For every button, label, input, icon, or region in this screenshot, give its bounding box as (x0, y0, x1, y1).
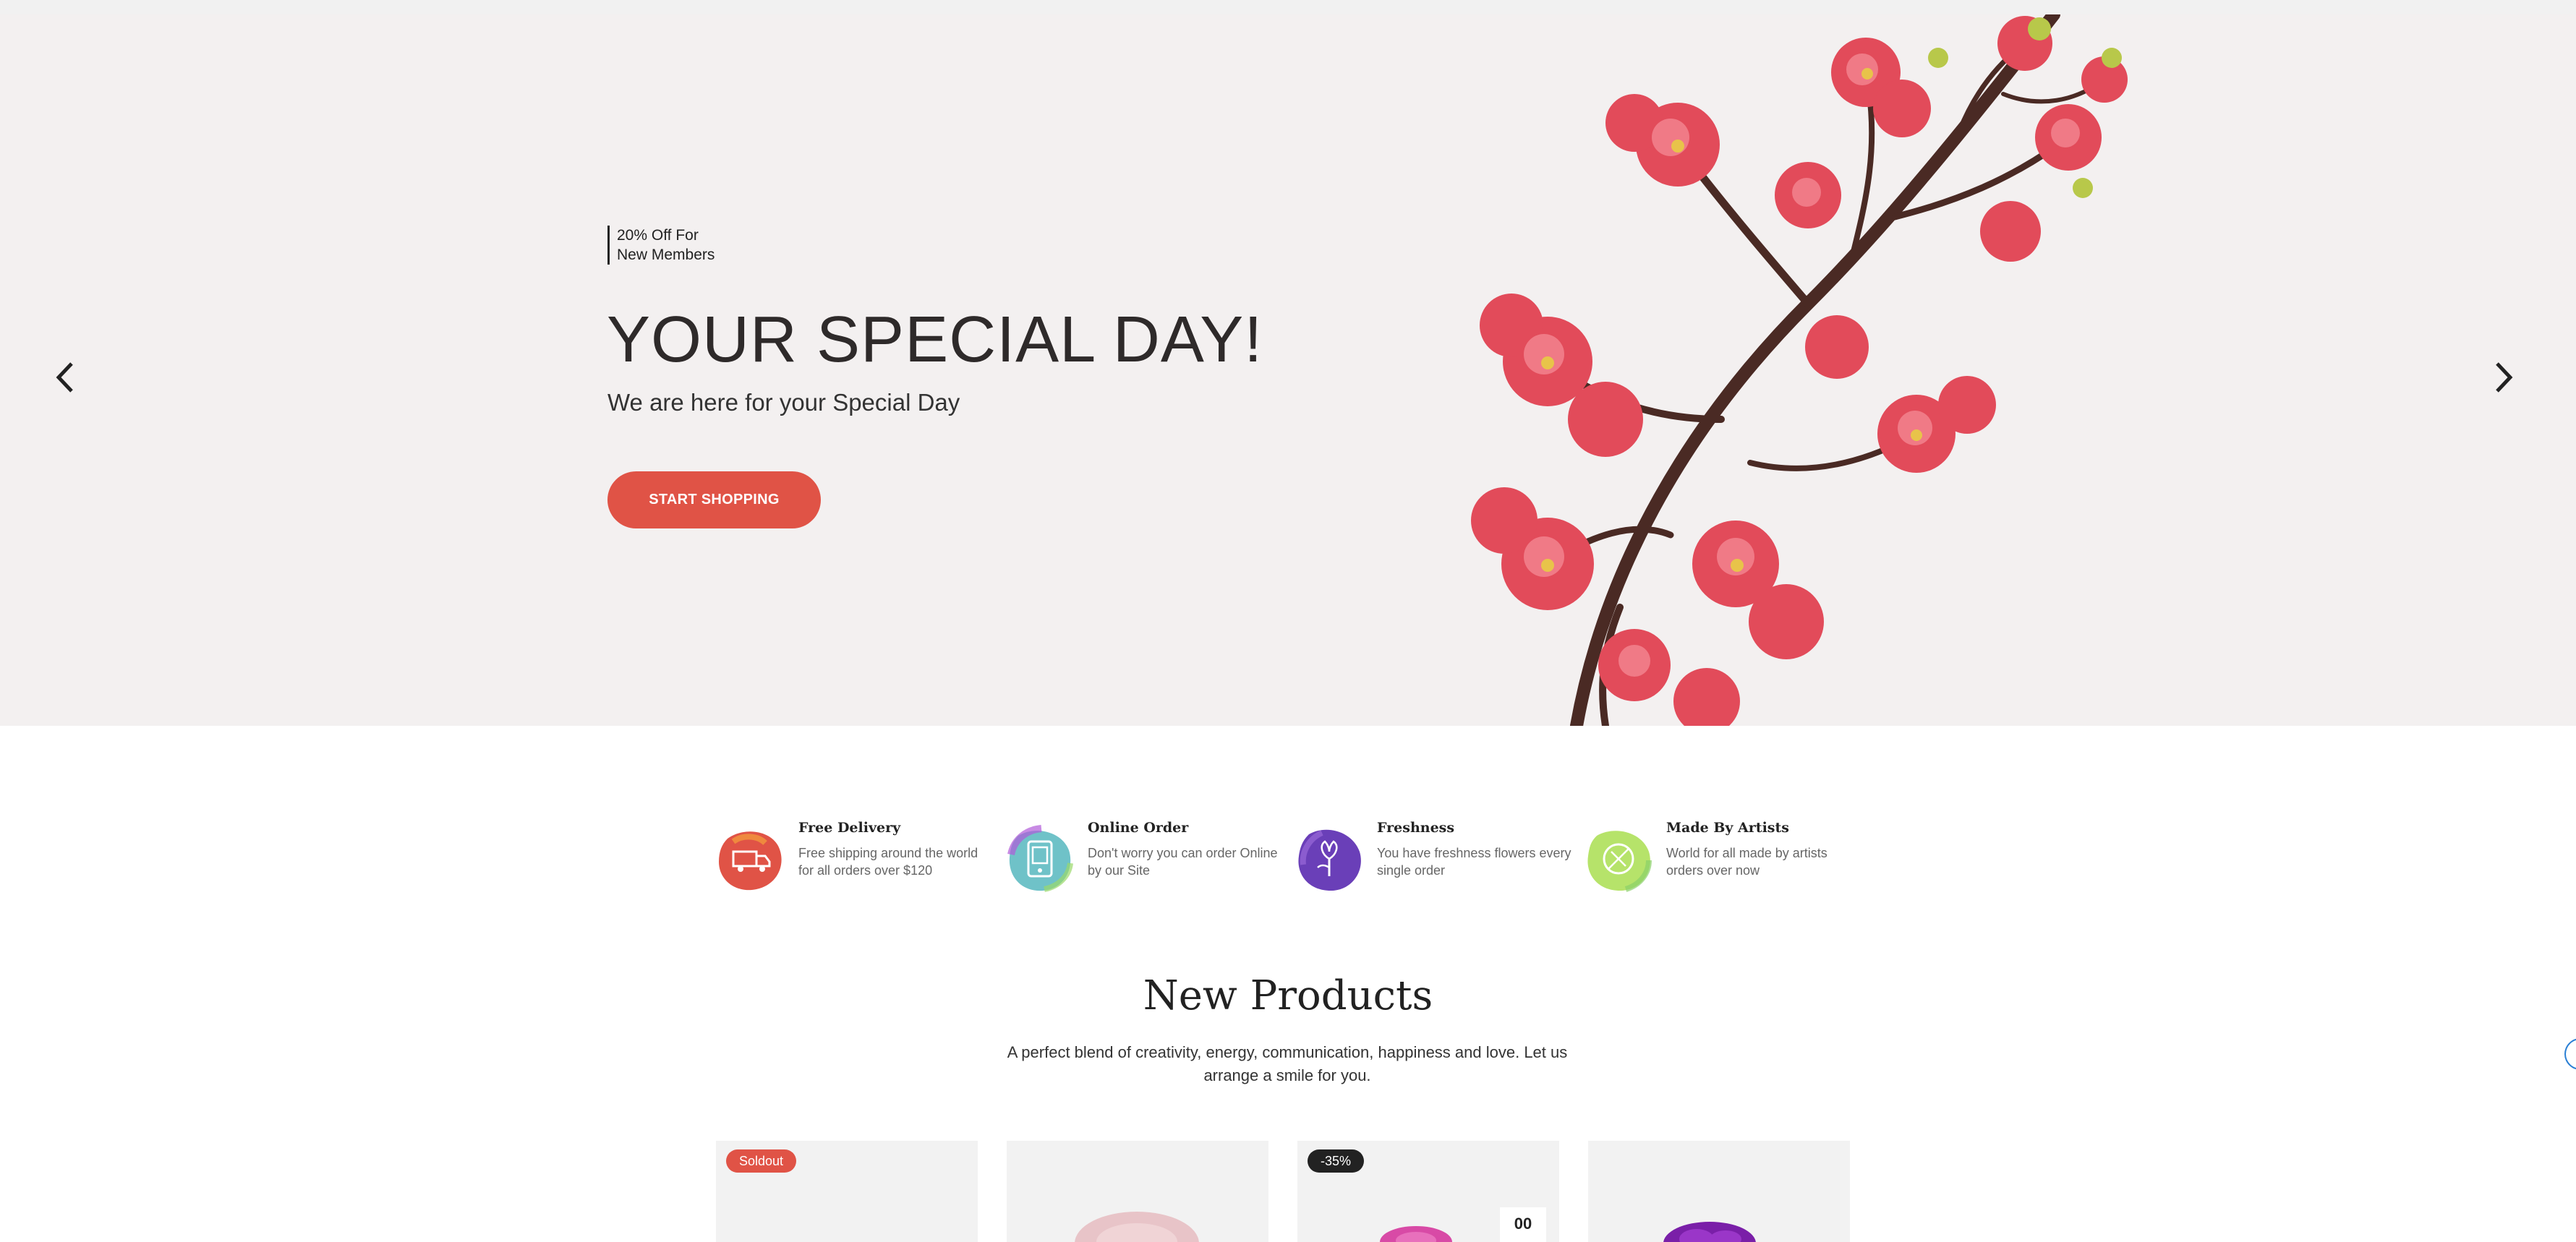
product-card[interactable] (1007, 1141, 1268, 1242)
features-row: Free Delivery Free shipping around the w… (715, 814, 1857, 901)
feature-made-by-artists: Made By Artists World for all made by ar… (1582, 814, 1872, 901)
chevron-left-icon (56, 362, 73, 393)
feature-online-order: Online Order Don't worry you can order O… (1004, 814, 1293, 901)
feature-description: Don't worry you can order Online by our … (1088, 846, 1278, 878)
hero-slider: 20% Off For New Members YOUR SPECIAL DAY… (0, 14, 2576, 726)
promo-line-1: 20% Off For (617, 227, 699, 244)
promo-label: 20% Off For New Members (607, 226, 715, 265)
feature-description: Free shipping around the world for all o… (798, 846, 978, 878)
countdown-timer: 00 (1500, 1207, 1546, 1242)
slider-next-button[interactable] (2482, 356, 2525, 399)
leaf-icon (1587, 831, 1652, 892)
chevron-right-icon (2496, 362, 2513, 393)
soldout-badge: Soldout (726, 1149, 797, 1173)
new-products-title: New Products (1143, 972, 1433, 1019)
feature-description: You have freshness flowers every single … (1377, 846, 1571, 878)
start-shopping-button[interactable]: START SHOPPING (607, 471, 821, 528)
product-card[interactable] (1588, 1141, 1850, 1242)
promo-line-2: New Members (617, 247, 715, 263)
hero-subtitle: We are here for your Special Day (607, 389, 960, 416)
slider-prev-button[interactable] (43, 356, 87, 399)
feature-title: Freshness (1377, 820, 1455, 836)
feature-description: World for all made by artists orders ove… (1666, 846, 1827, 878)
chat-widget-tab[interactable] (2564, 1038, 2576, 1070)
feature-title: Free Delivery (798, 820, 901, 836)
product-card[interactable]: -35% 00 (1297, 1141, 1559, 1242)
online-order-icon (1007, 825, 1073, 892)
hero-title: YOUR SPECIAL DAY! (607, 304, 1263, 376)
flower-icon (1298, 829, 1361, 891)
feature-freshness: Freshness You have freshness flowers eve… (1293, 814, 1582, 901)
delivery-truck-icon (719, 831, 782, 891)
feature-title: Online Order (1088, 820, 1189, 836)
pink-rose-image (1075, 1212, 1199, 1242)
cherry-blossom-image (1471, 14, 2128, 726)
product-card[interactable]: Soldout (716, 1141, 978, 1242)
feature-free-delivery: Free Delivery Free shipping around the w… (715, 814, 1004, 901)
feature-title: Made By Artists (1666, 820, 1789, 836)
top-bar (0, 0, 2576, 14)
new-products-description: A perfect blend of creativity, energy, c… (1007, 1043, 1568, 1084)
purple-flower-image (1663, 1222, 1756, 1242)
